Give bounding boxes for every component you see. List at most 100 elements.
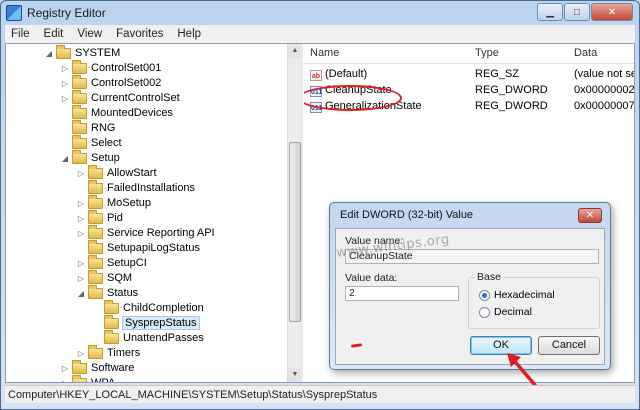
tree-item[interactable]: ▷ ControlSet002 [60,74,162,91]
collapsed-arrow-icon[interactable]: ▷ [60,379,70,383]
menu-edit[interactable]: Edit [38,28,72,40]
tree-item-label: SQM [107,272,133,284]
dialog-title: Edit DWORD (32-bit) Value [340,209,474,221]
base-label: Base [475,271,503,283]
value-type: REG_SZ [475,68,520,80]
tree-item[interactable]: ▷ SetupCI [76,254,147,271]
tree-item[interactable]: ▷ MoSetup [76,194,152,211]
collapsed-arrow-icon[interactable]: ▷ [60,364,70,373]
collapsed-arrow-icon[interactable]: ▷ [60,94,70,103]
menu-help[interactable]: Help [171,28,209,40]
column-header-name[interactable]: Name [310,47,339,59]
collapsed-arrow-icon[interactable]: ▷ [60,64,70,73]
folder-icon [88,194,103,209]
tree-item[interactable]: ▷ Timers [76,344,140,361]
collapsed-arrow-icon[interactable]: ▷ [76,229,86,238]
maximize-button[interactable]: □ [564,3,590,21]
column-header-data[interactable]: Data [574,47,597,59]
collapsed-arrow-icon[interactable]: ▷ [60,79,70,88]
tree-item[interactable]: ▷ ControlSet001 [60,59,161,76]
folder-icon [72,359,87,374]
hexadecimal-option[interactable]: Hexadecimal [479,289,555,301]
tree-item-label: ControlSet002 [91,77,162,89]
column-header-type[interactable]: Type [475,47,499,59]
tree-item-label: Select [91,137,122,149]
collapsed-arrow-icon[interactable]: ▷ [76,199,86,208]
tree-item-label: WPA [91,377,115,382]
value-type: REG_DWORD [475,84,548,96]
expanded-arrow-icon[interactable]: ◢ [60,154,70,163]
radio-unchecked-icon[interactable] [479,306,490,318]
value-type: REG_DWORD [475,100,548,112]
dialog-close-button[interactable]: ✕ [578,208,602,223]
tree-item[interactable]: MountedDevices [60,104,173,121]
expanded-arrow-icon[interactable]: ◢ [44,49,54,58]
tree-scrollbar[interactable]: ▲ ▼ [287,44,302,382]
tree-item-label: Status [107,287,139,299]
tree-item[interactable]: ▷ SQM [76,269,133,286]
tree-item[interactable]: ▷ Pid [76,209,123,226]
base-groupbox [468,277,600,329]
minimize-button[interactable]: ▁ [537,3,563,21]
folder-icon [88,254,103,269]
folder-icon [72,374,87,382]
decimal-option[interactable]: Decimal [479,306,532,318]
scroll-up-arrow-icon[interactable]: ▲ [288,44,302,58]
tree-item-label: MoSetup [107,197,152,209]
cancel-button[interactable]: Cancel [538,336,600,355]
tree-item[interactable]: FailedInstallations [76,179,196,196]
tree-item-label: SysprepStatus [122,316,200,330]
title-bar[interactable]: Registry Editor ▁ □ ✕ [1,1,639,25]
tree-item[interactable]: ▷ Software [60,359,134,376]
list-header: Name Type Data [304,44,634,64]
collapsed-arrow-icon[interactable]: ▷ [76,349,86,358]
tree-item-label: Setup [91,152,120,164]
tree-item-label: CurrentControlSet [91,92,180,104]
status-bar-path: Computer\HKEY_LOCAL_MACHINE\SYSTEM\Setup… [5,385,635,403]
collapsed-arrow-icon[interactable]: ▷ [76,274,86,283]
value-name-cell: ab (Default) [310,68,367,81]
expanded-arrow-icon[interactable]: ◢ [76,289,86,298]
tree-item-label: SYSTEM [75,47,121,59]
scroll-down-arrow-icon[interactable]: ▼ [288,368,302,382]
tree-item[interactable]: UnattendPasses [92,329,204,346]
edit-dword-dialog: Edit DWORD (32-bit) Value ✕ Value name: … [329,202,611,387]
menu-favorites[interactable]: Favorites [110,28,171,40]
folder-icon [88,284,103,299]
collapsed-arrow-icon[interactable]: ▷ [76,169,86,178]
scroll-thumb[interactable] [289,142,301,322]
tree-item[interactable]: ▷ Service Reporting API [76,224,215,241]
tree-item[interactable]: ▷ AllowStart [76,164,157,181]
folder-icon [104,329,119,344]
collapsed-arrow-icon[interactable]: ▷ [76,259,86,268]
tree-item[interactable]: ◢ SYSTEM [44,44,121,61]
decimal-label: Decimal [494,306,532,318]
value-name: (Default) [325,68,368,80]
value-row[interactable]: ab(Default) REG_SZ (value not set) [304,66,634,82]
tree-item-label: AllowStart [107,167,157,179]
tree-item-label: SetupapiLogStatus [107,242,200,254]
tree-item-label: Service Reporting API [107,227,215,239]
tree-item[interactable]: ▷ WPA [60,374,115,383]
close-button[interactable]: ✕ [591,3,633,21]
tree-item-label: FailedInstallations [107,182,196,194]
tree-item-label: MountedDevices [91,107,173,119]
radio-checked-icon[interactable] [479,289,490,301]
tree-item[interactable]: ▷ CurrentControlSet [60,89,180,106]
tree-item[interactable]: ◢ Setup [60,149,120,166]
menu-file[interactable]: File [5,28,38,40]
collapsed-arrow-icon[interactable]: ▷ [76,214,86,223]
menu-view[interactable]: View [71,28,110,40]
tree-item[interactable]: SetupapiLogStatus [76,239,200,256]
tree-item[interactable]: Select [60,134,122,151]
folder-icon [104,314,119,329]
folder-icon [88,209,103,224]
pane-splitter[interactable] [301,44,303,382]
folder-icon [88,224,103,239]
tree-item[interactable]: SysprepStatus [92,314,200,331]
tree-item[interactable]: RNG [60,119,115,136]
tree-item[interactable]: ChildCompletion [92,299,204,316]
tree-item[interactable]: ◢ Status [76,284,139,301]
value-data-input[interactable]: 2 [345,286,459,301]
tree-item-label: UnattendPasses [123,332,204,344]
